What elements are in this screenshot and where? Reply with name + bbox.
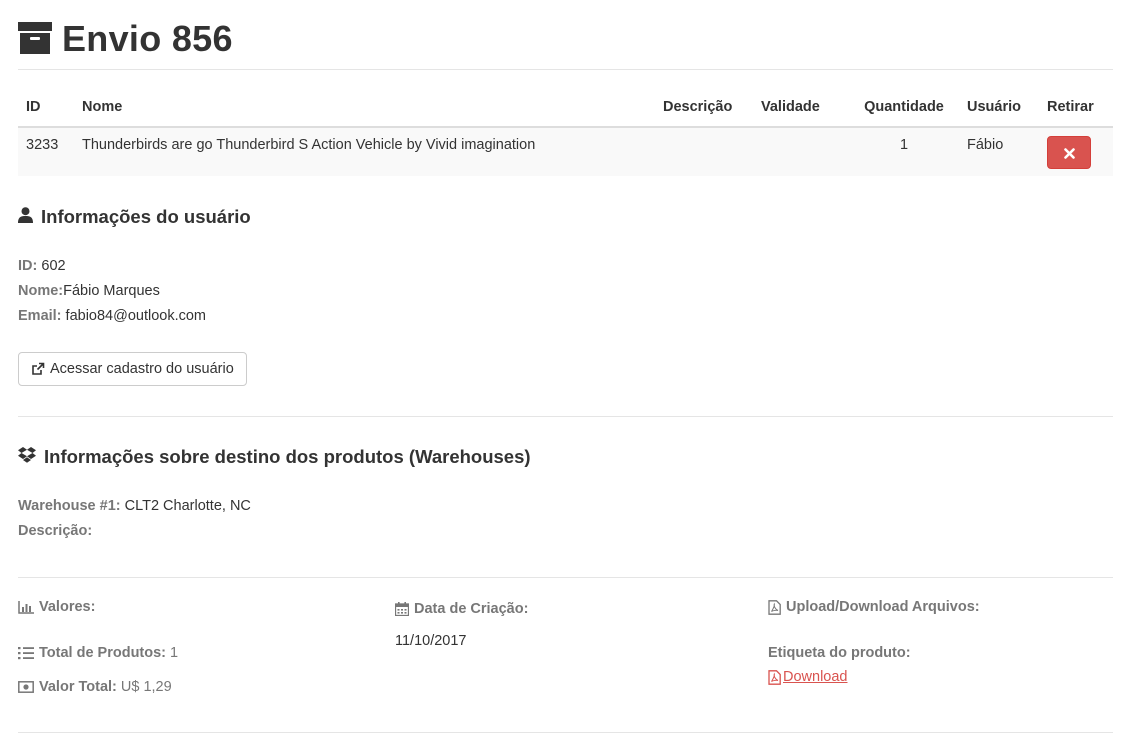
items-table: ID Nome Descrição Validade Quantidade Us… [18,88,1113,176]
money-icon [18,681,34,693]
remove-item-button[interactable] [1047,136,1091,169]
archive-icon [18,22,54,56]
total-products-value: 1 [170,645,179,661]
bar-chart-icon [18,600,34,614]
creation-date-column: Data de Criação: 11/10/2017 [395,601,528,649]
total-products-row: Total de Produtos: 1 [18,645,178,661]
external-link-icon [32,362,45,375]
page-header: Envio 856 [18,16,233,62]
total-value-value: U$ 1,29 [120,679,172,695]
times-icon [1064,148,1075,159]
column-header-quantidade: Quantidade [849,88,959,128]
user-id-label: ID: [18,258,38,274]
file-pdf-icon [768,599,781,615]
cell-validade [753,127,849,176]
calendar-icon [395,602,409,616]
warehouse-info-title: Informações sobre destino dos produtos (… [18,446,531,468]
warehouse-info-title-text: Informações sobre destino dos produtos (… [44,446,531,467]
file-pdf-icon [768,669,781,685]
dropbox-icon [18,446,36,468]
access-user-record-label: Acessar cadastro do usuário [50,361,234,377]
divider [18,577,1113,578]
cell-retirar [1039,127,1113,176]
product-label-heading: Etiqueta do produto: [768,645,911,661]
column-header-retirar: Retirar [1039,88,1113,128]
summary-values-column: Valores: Total de Produtos: 1 Valor Tota… [18,599,178,695]
cell-quantidade: 1 [849,127,959,176]
cell-nome: Thunderbirds are go Thunderbird S Action… [74,127,655,176]
user-id-row: ID: 602 [18,258,66,274]
list-ol-icon [18,647,34,660]
values-heading: Valores: [18,599,178,615]
user-name-value: Fábio Marques [63,283,160,299]
files-heading: Upload/Download Arquivos: [768,599,980,615]
divider [18,732,1113,733]
column-header-nome: Nome [74,88,655,128]
warehouse-description-label: Descrição: [18,523,93,539]
cell-descricao [655,127,753,176]
files-column: Upload/Download Arquivos: Etiqueta do pr… [768,599,980,685]
table-header-row: ID Nome Descrição Validade Quantidade Us… [18,88,1113,128]
cell-id: 3233 [18,127,74,176]
creation-date-value: 11/10/2017 [395,633,467,649]
warehouse-value: CLT2 Charlotte, NC [124,498,251,514]
user-id-value: 602 [41,258,66,274]
divider [18,416,1113,417]
download-link[interactable]: Download [768,669,980,685]
user-info-title-text: Informações do usuário [41,206,251,227]
user-email-row: Email: fabio84@outlook.com [18,308,206,324]
cell-usuario: Fábio [959,127,1039,176]
warehouse-description-row: Descrição: [18,523,92,539]
page-title: Envio 856 [62,18,233,59]
total-value-row: Valor Total: U$ 1,29 [18,679,178,695]
creation-date-label: Data de Criação: [414,601,529,617]
user-info-title: Informações do usuário [18,206,251,228]
column-header-descricao: Descrição [655,88,753,128]
table-row: 3233 Thunderbirds are go Thunderbird S A… [18,127,1113,176]
divider [18,69,1113,70]
column-header-usuario: Usuário [959,88,1039,128]
values-label: Valores: [39,599,96,615]
user-name-label: Nome: [18,283,64,299]
creation-date-heading: Data de Criação: [395,601,528,617]
download-link-label: Download [783,669,848,685]
user-icon [18,206,33,228]
user-name-row: Nome:Fábio Marques [18,283,160,299]
access-user-record-button[interactable]: Acessar cadastro do usuário [18,352,247,386]
total-products-label: Total de Produtos: [39,645,167,661]
warehouse-row: Warehouse #1: CLT2 Charlotte, NC [18,498,251,514]
user-email-value: fabio84@outlook.com [65,308,207,324]
column-header-validade: Validade [753,88,849,128]
column-header-id: ID [18,88,74,128]
upload-download-label: Upload/Download Arquivos: [786,599,980,615]
warehouse-label: Warehouse #1: [18,498,121,514]
total-value-label: Valor Total: [39,679,117,695]
user-email-label: Email: [18,308,62,324]
